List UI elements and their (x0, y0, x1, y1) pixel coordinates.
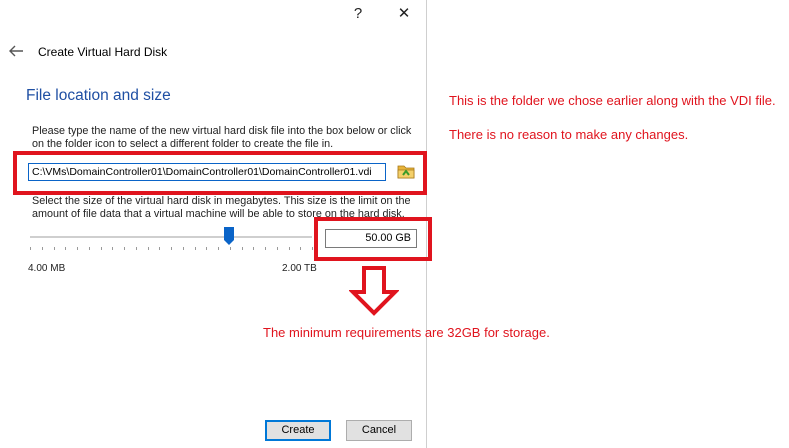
size-slider-track[interactable] (30, 236, 312, 238)
cancel-button[interactable]: Cancel (346, 420, 412, 441)
folder-note-line1: This is the folder we chose earlier alon… (449, 93, 776, 108)
slider-tick (112, 247, 113, 250)
location-highlight-box (13, 151, 427, 195)
slider-tick (206, 247, 207, 250)
slider-tick (54, 247, 55, 250)
slider-tick (253, 247, 254, 250)
size-note: The minimum requirements are 32GB for st… (263, 325, 550, 340)
slider-tick (242, 247, 243, 250)
create-button[interactable]: Create (265, 420, 331, 441)
slider-tick (265, 247, 266, 250)
dialog-title: Create Virtual Hard Disk (38, 45, 168, 59)
folder-note-line2: There is no reason to make any changes. (449, 127, 689, 142)
size-slider-thumb[interactable] (224, 227, 234, 245)
help-button[interactable]: ? (343, 2, 373, 26)
slider-tick (136, 247, 137, 250)
section-heading: File location and size (26, 87, 171, 104)
slider-tick (65, 247, 66, 250)
slider-tick (30, 247, 31, 250)
slider-tick (42, 247, 43, 250)
slider-tick (230, 247, 231, 250)
slider-tick (218, 247, 219, 250)
slider-min-label: 4.00 MB (28, 263, 66, 274)
slider-tick (312, 247, 313, 250)
slider-tick (77, 247, 78, 250)
slider-tick (159, 247, 160, 250)
down-arrow-icon (349, 266, 399, 316)
slider-tick (277, 247, 278, 250)
slider-tick (183, 247, 184, 250)
slider-tick (195, 247, 196, 250)
slider-tick (124, 247, 125, 250)
slider-tick (101, 247, 102, 250)
size-highlight-box (314, 217, 432, 261)
location-description: Please type the name of the new virtual … (32, 125, 412, 150)
slider-max-label: 2.00 TB (282, 263, 317, 274)
close-button[interactable]: ✕ (389, 2, 419, 26)
slider-tick (171, 247, 172, 250)
slider-tick (289, 247, 290, 250)
slider-tick (148, 247, 149, 250)
slider-tick (300, 247, 301, 250)
slider-tick (89, 247, 90, 250)
back-arrow-icon[interactable] (6, 42, 26, 60)
